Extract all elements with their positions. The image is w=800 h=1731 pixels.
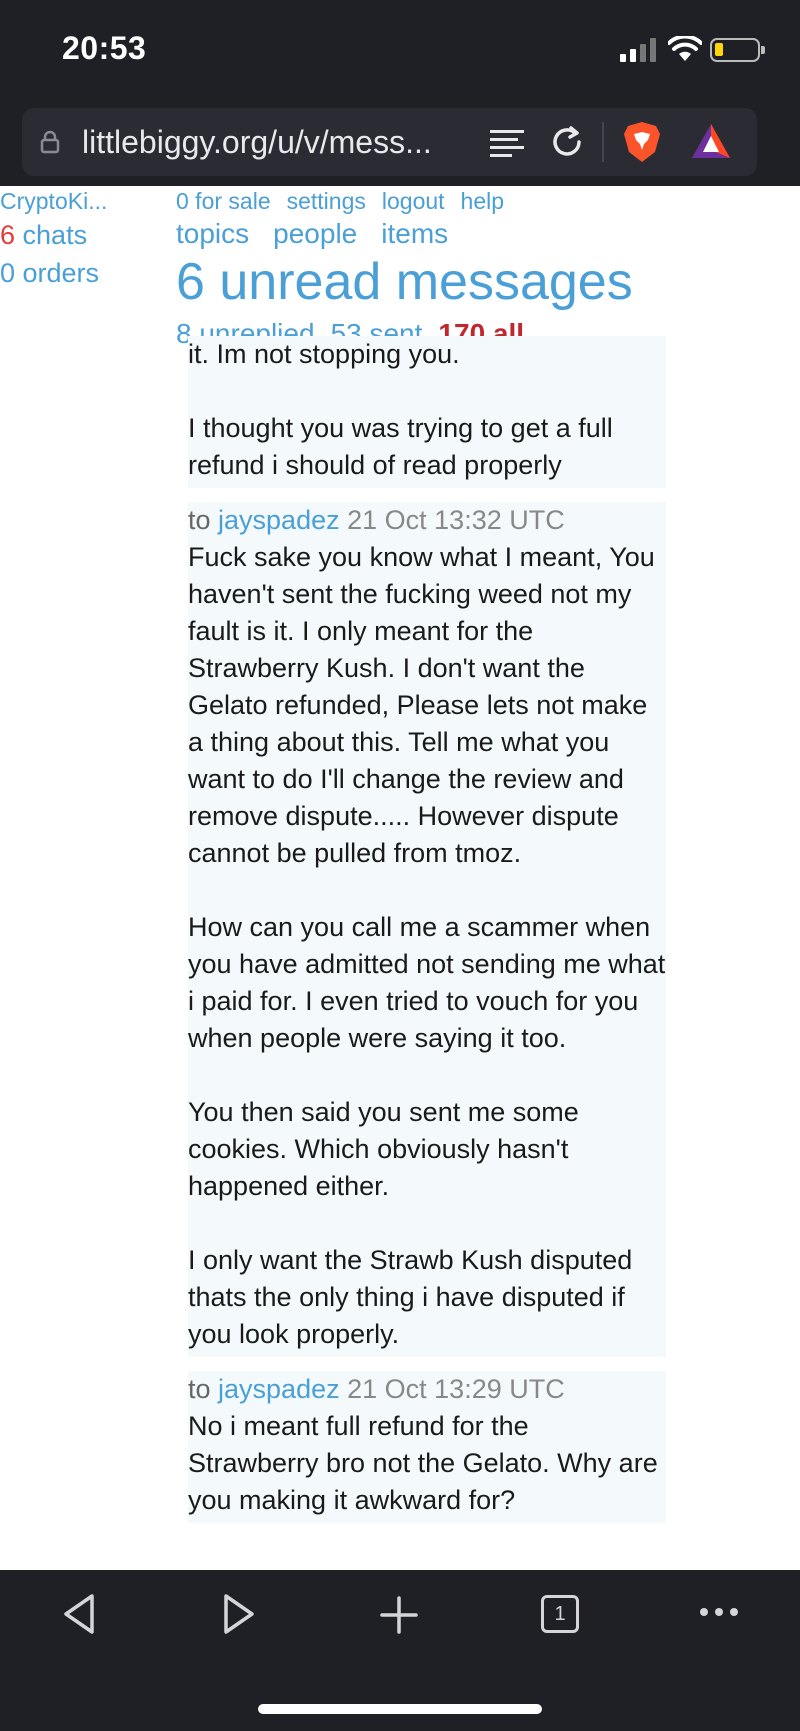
- recipient-link[interactable]: jayspadez: [218, 505, 340, 535]
- message-to-label: to: [188, 505, 219, 535]
- chats-count: 6: [0, 220, 16, 250]
- toolbar-divider: [602, 122, 604, 162]
- message-body: Fuck sake you know what I meant, You hav…: [188, 542, 666, 1349]
- web-page: CryptoKi... 6 chats 0 orders 0 for sale s…: [0, 186, 800, 1570]
- message-timestamp: 21 Oct 13:29 UTC: [339, 1374, 565, 1404]
- bottom-toolbar: 1: [0, 1570, 800, 1731]
- message-body: No i meant full refund for the Strawberr…: [188, 1411, 666, 1515]
- back-icon[interactable]: [60, 1592, 100, 1636]
- brave-rewards-icon[interactable]: [690, 122, 732, 160]
- chats-link[interactable]: 6 chats: [0, 220, 87, 251]
- lock-icon: [40, 130, 60, 154]
- message-item: to jayspadez 21 Oct 13:29 UTC No i meant…: [188, 1371, 666, 1523]
- message-meta: to jayspadez 21 Oct 13:29 UTC: [188, 1371, 666, 1408]
- recipient-link[interactable]: jayspadez: [218, 1374, 340, 1404]
- message-thread: it. Im not stopping you. I thought you w…: [188, 336, 666, 1537]
- url-text[interactable]: littlebiggy.org/u/v/mess...: [82, 124, 477, 161]
- items-link[interactable]: items: [381, 218, 448, 249]
- username-link[interactable]: CryptoKi...: [0, 188, 125, 215]
- for-sale-link[interactable]: 0 for sale: [176, 188, 271, 214]
- help-link[interactable]: help: [461, 188, 504, 214]
- battery-icon: [710, 38, 765, 62]
- chats-label: chats: [15, 220, 88, 250]
- status-bar: 20:53: [0, 0, 800, 100]
- browser-chrome: littlebiggy.org/u/v/mess...: [0, 100, 800, 186]
- page-title[interactable]: 6 unread messages: [176, 252, 633, 312]
- brave-shields-icon[interactable]: [622, 120, 662, 164]
- message-item: to jayspadez 21 Oct 13:32 UTC Fuck sake …: [188, 502, 666, 1357]
- reader-mode-icon[interactable]: [490, 128, 528, 158]
- reload-icon[interactable]: [549, 124, 585, 160]
- tab-count-button[interactable]: 1: [541, 1595, 579, 1633]
- main-nav: topics people items: [176, 218, 472, 250]
- people-link[interactable]: people: [273, 218, 357, 249]
- message-body: it. Im not stopping you. I thought you w…: [188, 339, 613, 480]
- message-item: it. Im not stopping you. I thought you w…: [188, 336, 666, 488]
- topics-link[interactable]: topics: [176, 218, 249, 249]
- message-timestamp: 21 Oct 13:32 UTC: [339, 505, 565, 535]
- message-meta: to jayspadez 21 Oct 13:32 UTC: [188, 502, 666, 539]
- address-bar[interactable]: littlebiggy.org/u/v/mess...: [22, 108, 757, 176]
- forward-icon[interactable]: [218, 1592, 258, 1636]
- orders-link[interactable]: 0 orders: [0, 258, 99, 289]
- cellular-signal-icon: [620, 38, 656, 62]
- wifi-icon: [668, 36, 702, 61]
- status-time: 20:53: [62, 30, 147, 66]
- home-indicator: [258, 1704, 542, 1714]
- settings-link[interactable]: settings: [287, 188, 366, 214]
- logout-link[interactable]: logout: [382, 188, 445, 214]
- message-to-label: to: [188, 1374, 219, 1404]
- top-nav: 0 for sale settings logout help: [176, 188, 520, 215]
- more-options-icon[interactable]: [698, 1606, 740, 1618]
- new-tab-icon[interactable]: [378, 1594, 420, 1636]
